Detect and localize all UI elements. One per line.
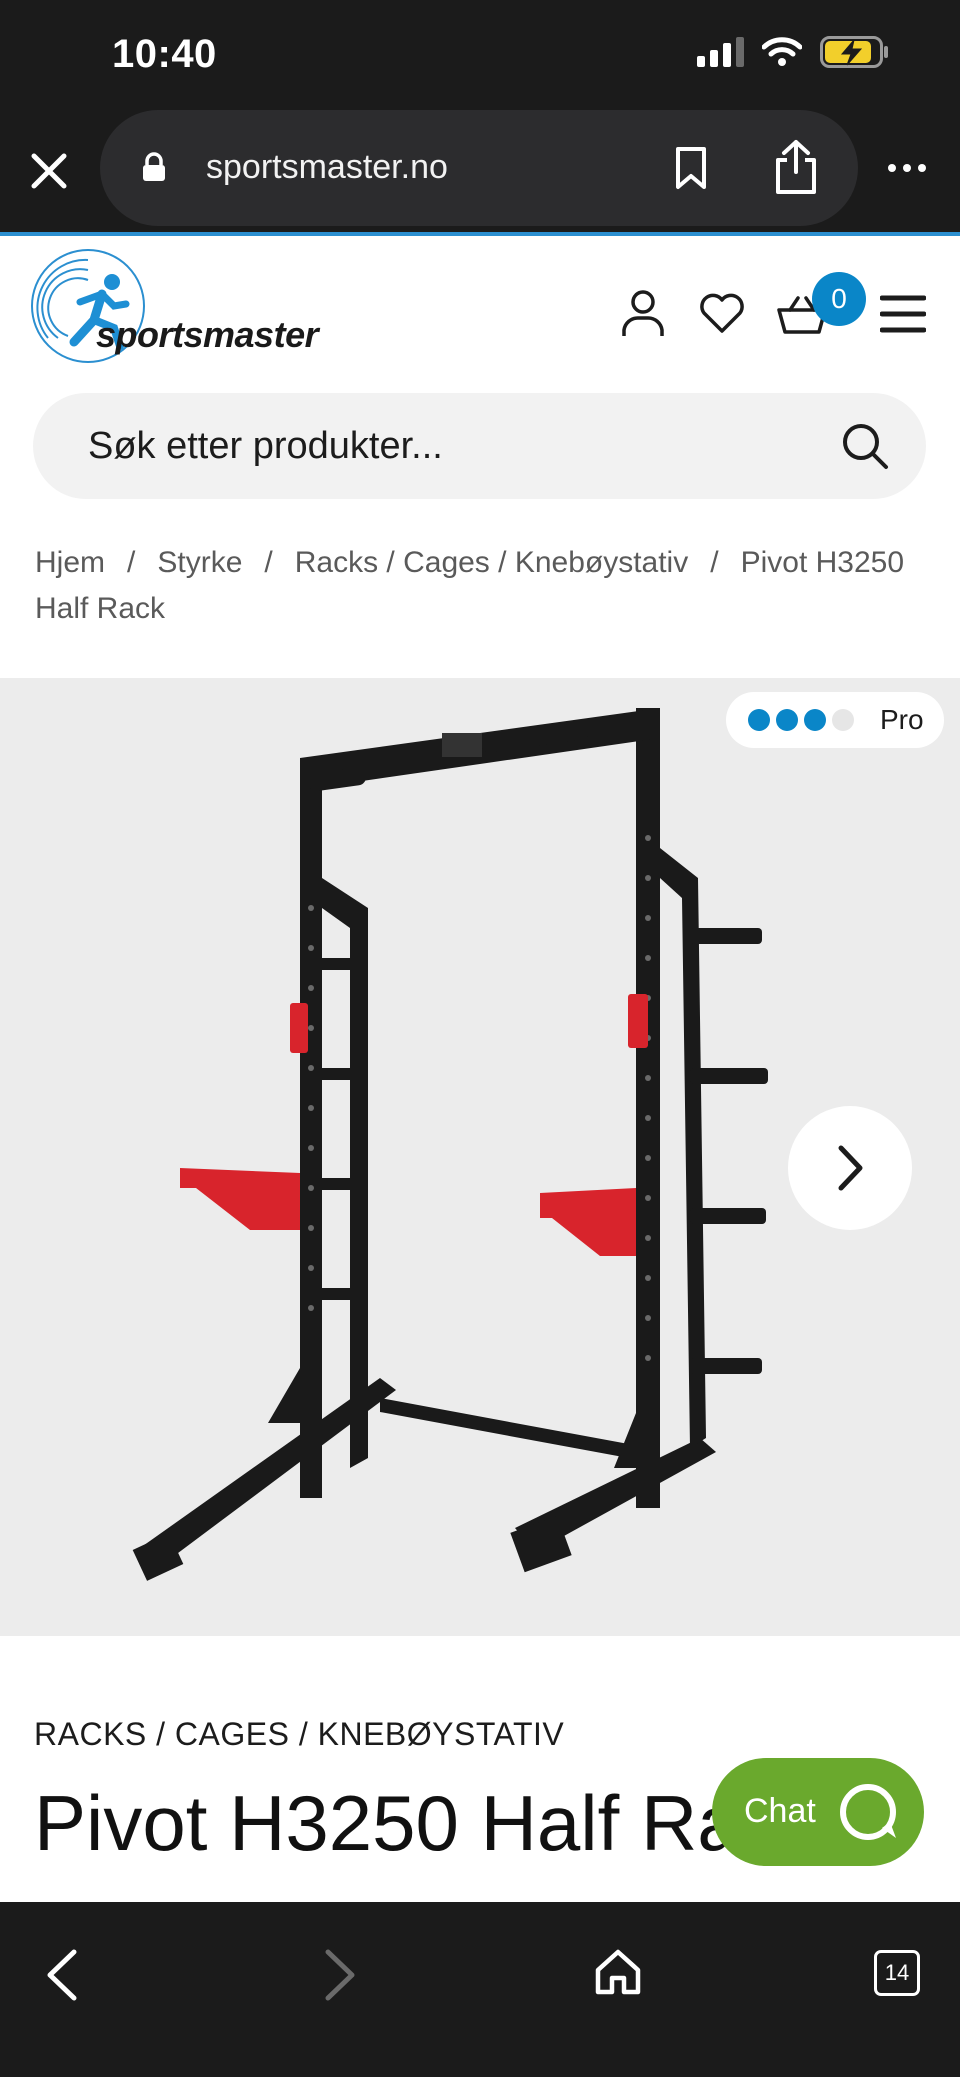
- status-time: 10:40: [112, 32, 217, 76]
- level-dot-filled: [804, 709, 826, 731]
- logo-text: sportsmaster: [96, 314, 319, 355]
- breadcrumb-item-styrke[interactable]: Styrke: [157, 546, 242, 579]
- tabs-count-button[interactable]: 14: [874, 1950, 920, 1996]
- status-icons: [697, 36, 890, 68]
- search-placeholder: Søk etter produkter...: [88, 425, 443, 467]
- site-header: sportsmaster 0: [0, 236, 960, 386]
- wifi-icon: [762, 37, 802, 66]
- account-icon[interactable]: [620, 288, 666, 338]
- back-arrow-icon[interactable]: [44, 1948, 80, 2002]
- search-input[interactable]: Søk etter produkter...: [33, 393, 926, 499]
- product-image-gallery[interactable]: Pro: [0, 678, 960, 1636]
- level-label: Pro: [880, 704, 924, 735]
- url-text: sportsmaster.no: [206, 148, 448, 186]
- breadcrumb-item-racks[interactable]: Racks / Cages / Knebøystativ: [295, 546, 689, 579]
- breadcrumb-separator: /: [264, 546, 273, 579]
- breadcrumb-item-home[interactable]: Hjem: [35, 546, 105, 579]
- browser-toolbar: sportsmaster.no: [0, 110, 960, 232]
- bookmark-icon[interactable]: [674, 146, 708, 190]
- menu-hamburger-icon[interactable]: [880, 294, 926, 334]
- battery-charging-icon: [820, 36, 888, 68]
- chat-button[interactable]: Chat: [712, 1758, 924, 1866]
- lock-icon: [143, 152, 165, 181]
- product-category[interactable]: RACKS / CAGES / KNEBØYSTATIV: [34, 1716, 564, 1753]
- cellular-signal-icon: [697, 37, 744, 67]
- share-icon[interactable]: [772, 138, 820, 196]
- product-title: Pivot H3250 Half Rack: [34, 1779, 819, 1867]
- close-icon[interactable]: [24, 146, 74, 196]
- chat-bubble-icon: [840, 1784, 896, 1840]
- status-bar: 10:40: [0, 0, 960, 110]
- browser-bottom-toolbar: 14: [0, 1902, 960, 2077]
- search-icon[interactable]: [840, 421, 890, 471]
- chevron-right-icon: [838, 1145, 863, 1191]
- address-bar[interactable]: sportsmaster.no: [100, 110, 858, 226]
- next-image-button[interactable]: [788, 1106, 912, 1230]
- breadcrumb-separator: /: [127, 546, 136, 579]
- breadcrumb: Hjem / Styrke / Racks / Cages / Knebøystativ…: [35, 540, 915, 632]
- level-dot-empty: [832, 709, 854, 731]
- difficulty-level-badge: Pro: [726, 692, 944, 748]
- wishlist-heart-icon[interactable]: [698, 292, 746, 334]
- chat-label: Chat: [744, 1792, 816, 1830]
- cart-count-badge[interactable]: 0: [812, 272, 866, 326]
- forward-arrow-icon[interactable]: [322, 1948, 358, 2002]
- breadcrumb-separator: /: [710, 546, 719, 579]
- level-dot-filled: [748, 709, 770, 731]
- home-icon[interactable]: [594, 1948, 642, 1996]
- more-options-icon[interactable]: [888, 164, 926, 172]
- level-dot-filled: [776, 709, 798, 731]
